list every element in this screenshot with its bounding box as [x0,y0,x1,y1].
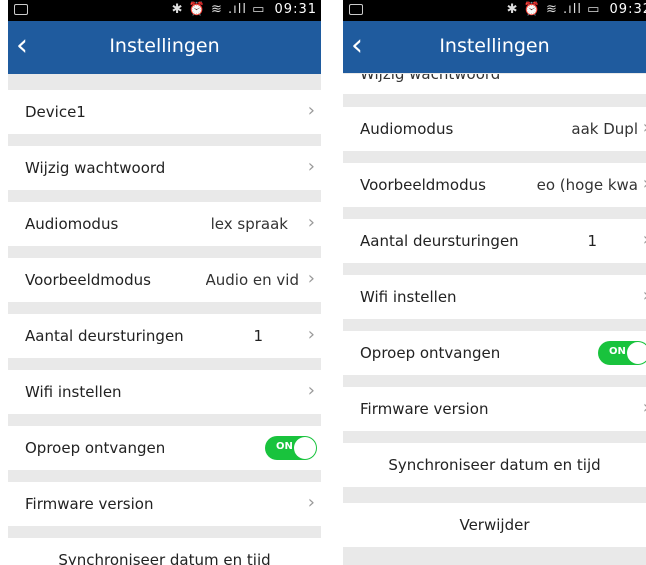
preview-mode-value: eo (hoge kwa [536,176,638,194]
item-label: Firmware version [360,400,489,418]
toggle-knob [294,437,316,459]
status-icons: ✱ ⏰ ≋ .ıll ▭ [506,2,601,17]
chevron-right-icon: › [307,324,315,345]
item-label: Wifi instellen [25,383,122,401]
call-toggle[interactable]: ON [598,341,646,365]
settings-item-deursturingen[interactable]: Aantal deursturingen 1 › [343,219,646,263]
call-toggle[interactable]: ON [265,436,317,460]
settings-item-wifi[interactable]: Wifi instellen › [343,275,646,319]
title-bar: ‹ Instellingen [343,21,646,73]
chevron-right-icon: › [307,380,315,401]
settings-item-voorbeeldmodus[interactable]: Voorbeeldmodus eo (hoge kwa › [343,163,646,207]
page-title: Instellingen [109,35,220,57]
settings-item-deursturingen[interactable]: Aantal deursturingen 1 › [8,314,321,358]
settings-item-voorbeeldmodus[interactable]: Voorbeeldmodus Audio en vid › [8,258,321,302]
settings-item-wifi[interactable]: Wifi instellen › [8,370,321,414]
settings-item-oproep: Oproep ontvangen ON [343,331,646,375]
item-label: Audiomodus [25,215,119,233]
audio-mode-value: lex spraak [210,215,288,233]
chevron-right-icon: › [307,492,315,513]
settings-item-password[interactable]: Wijzig wachtwoord › [8,146,321,190]
item-label: Oproep ontvangen [360,344,501,362]
chevron-right-icon: › [307,212,315,233]
item-label: Aantal deursturingen [360,232,519,250]
settings-item-firmware[interactable]: Firmware version › [343,387,646,431]
item-label: Wifi instellen [360,288,457,306]
settings-item-audiomodus[interactable]: Audiomodus aak Dupl › [343,107,646,151]
chevron-right-icon: › [307,100,315,121]
settings-item-password-partial[interactable]: Wijzig wachtwoord [343,74,646,94]
notification-icon [349,4,363,15]
status-bar: ✱ ⏰ ≋ .ıll ▭ 09:31 [8,0,321,21]
item-label: Device1 [25,103,86,121]
right-screen: Wijzig wachtwoord ✱ ⏰ ≋ .ıll ▭ 09:32 ‹ I… [343,0,646,565]
status-icons: ✱ ⏰ ≋ .ıll ▭ [171,2,266,17]
item-label: Voorbeeldmodus [360,176,486,194]
notification-icon [14,4,28,15]
item-label: Audiomodus [360,120,454,138]
delete-button[interactable]: Verwijder [343,503,646,547]
clock: 09:32 [609,2,646,17]
item-label: Voorbeeldmodus [25,271,151,289]
sync-datetime-button[interactable]: Synchroniseer datum en tijd [343,443,646,487]
item-label: Wijzig wachtwoord [25,159,166,177]
settings-item-audiomodus[interactable]: Audiomodus lex spraak › [8,202,321,246]
sync-datetime-button[interactable]: Synchroniseer datum en tijd [8,538,321,565]
item-label: Firmware version [25,495,154,513]
preview-mode-value: Audio en vid [205,271,299,289]
settings-item-firmware[interactable]: Firmware version › [8,482,321,526]
status-bar: ✱ ⏰ ≋ .ıll ▭ 09:32 [343,0,646,21]
title-bar: ‹ Instellingen [8,21,321,74]
page-title: Instellingen [439,35,550,57]
item-label: Oproep ontvangen [25,439,166,457]
chevron-right-icon: › [307,156,315,177]
chevron-right-icon: › [307,268,315,289]
door-count-value: 1 [253,327,263,345]
toggle-knob [627,342,646,364]
settings-item-oproep: Oproep ontvangen ON [8,426,321,470]
settings-item-device[interactable]: Device1 › [8,90,321,134]
door-count-value: 1 [587,232,597,250]
left-screen: ✱ ⏰ ≋ .ıll ▭ 09:31 ‹ Instellingen Device… [8,0,321,565]
audio-mode-value: aak Dupl [571,120,638,138]
item-label: Aantal deursturingen [25,327,184,345]
clock: 09:31 [274,2,317,17]
